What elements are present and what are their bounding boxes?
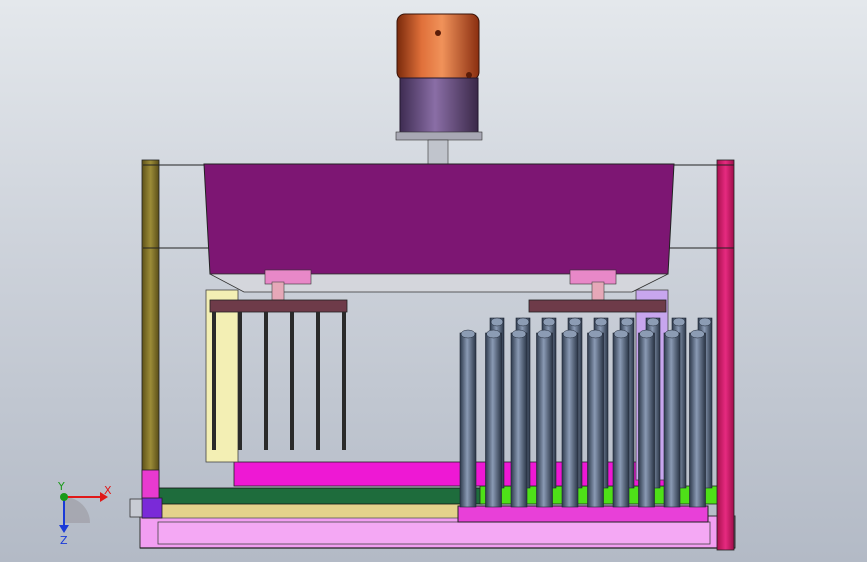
tan-bar [151,502,465,519]
x-axis-label: X [104,484,112,497]
guide-rod [238,312,242,450]
right-bracket-plate [528,299,667,313]
front-roller-cap [588,329,603,339]
front-roller-cap [537,329,552,339]
back-roller-cap [698,317,712,327]
front-roller [612,332,630,508]
assembly-drawing: X Y Z [57,13,736,551]
axis-triad: X Y Z [57,480,112,547]
back-roller-cap [594,317,608,327]
back-roller-cap [490,317,504,327]
guide-rod [264,312,268,450]
z-axis-label: Z [60,534,68,547]
back-roller-cap [568,317,582,327]
front-roller-cap [460,329,476,339]
back-roller-cap [516,317,530,327]
left-bracket-plate [209,299,348,313]
left-column [129,159,163,519]
guide-rod [342,312,346,450]
front-roller-cap [639,329,654,339]
z-arrow-head [59,525,69,533]
guide-rod [290,312,294,450]
front-roller [536,332,553,508]
front-roller-cap [562,329,578,339]
front-roller-cap [690,329,705,339]
front-roller-cap [664,329,680,339]
front-roller [459,332,477,508]
y-axis-dot [60,493,68,501]
front-roller [485,332,502,508]
front-roller-cap [613,329,629,339]
front-roller [689,332,706,508]
back-roller-cap [672,317,686,327]
left-piston [271,281,285,301]
roller-tray [457,505,709,523]
motor [395,13,483,167]
back-roller-cap [646,317,660,327]
right-column [716,159,735,551]
main-housing [203,163,675,293]
front-roller [510,332,528,508]
front-roller [638,332,655,508]
front-roller-cap [486,329,501,339]
right-piston [591,281,605,301]
front-roller [587,332,604,508]
front-roller [663,332,681,508]
yellow-side-plate [205,289,239,463]
green-conveyor-bar [151,487,483,505]
guide-rod [212,312,216,450]
guide-rod [316,312,320,450]
front-roller [561,332,579,508]
y-axis-label: Y [57,480,65,493]
back-roller-cap [620,317,634,327]
cad-viewport[interactable]: X Y Z [0,0,867,562]
front-roller-cap [511,329,527,339]
back-roller-cap [542,317,556,327]
